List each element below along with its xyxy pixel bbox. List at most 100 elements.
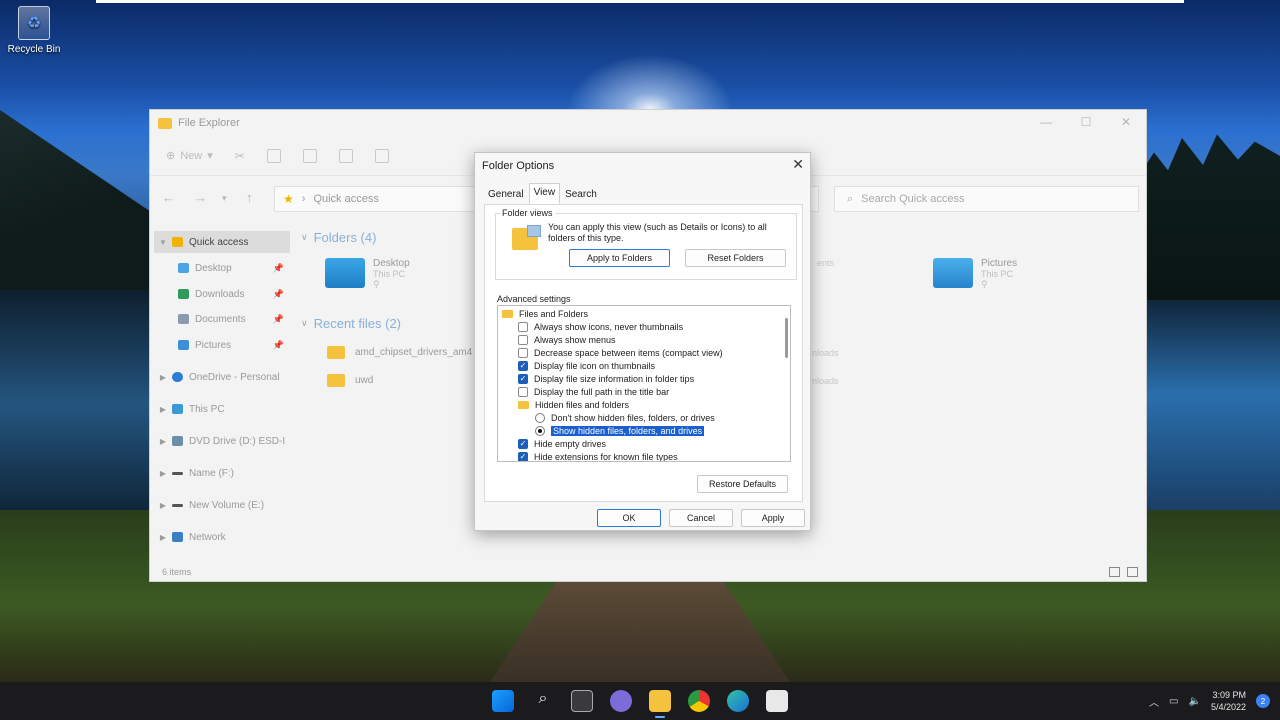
setting-label: Display file size information in folder … — [534, 373, 695, 384]
close-icon[interactable]: ✕ — [792, 156, 804, 173]
recent-locations-icon[interactable]: ▾ — [222, 193, 227, 204]
tab-general[interactable]: General — [483, 185, 529, 206]
minimize-icon[interactable]: — — [1026, 110, 1066, 134]
search-icon[interactable]: ⌕ — [532, 690, 554, 712]
reset-folders-button[interactable]: Reset Folders — [685, 249, 786, 267]
network-icon[interactable]: ▭ — [1169, 696, 1178, 707]
folder-tile-desktop[interactable]: Desktop This PC ⚲ — [325, 258, 410, 290]
drive-icon — [172, 503, 183, 507]
setting-label: Always show menus — [534, 334, 616, 345]
sidebar-item-network[interactable]: ▶ Network — [154, 526, 290, 548]
setting-compact-view[interactable]: Decrease space between items (compact vi… — [518, 346, 790, 359]
new-button[interactable]: ⊕ New ▾ — [166, 149, 213, 163]
rename-icon[interactable] — [338, 148, 353, 163]
downloads-icon — [178, 289, 189, 299]
restore-defaults-button[interactable]: Restore Defaults — [697, 475, 788, 493]
star-icon — [172, 237, 183, 247]
sidebar-item-quick-access[interactable]: ▼ Quick access — [154, 231, 290, 253]
sidebar-label: DVD Drive (D:) ESD-I — [189, 435, 286, 447]
recent-file-row[interactable]: uwd — [327, 374, 373, 387]
close-icon[interactable]: ✕ — [1106, 110, 1146, 134]
ok-button[interactable]: OK — [597, 509, 661, 527]
back-icon[interactable]: ← — [162, 190, 175, 205]
folder-tile-pictures[interactable]: Pictures This PC ⚲ — [933, 258, 1017, 290]
setting-show-hidden[interactable]: Show hidden files, folders, and drives — [535, 424, 790, 437]
clock[interactable]: 3:09 PM 5/4/2022 — [1211, 689, 1246, 713]
folder-view-icon — [512, 225, 541, 250]
sidebar-label: OneDrive - Personal — [189, 371, 280, 383]
sidebar-item-new-volume[interactable]: ▶ New Volume (E:) — [154, 494, 290, 516]
tiles-view-icon[interactable] — [1127, 567, 1138, 577]
task-view-icon[interactable] — [571, 690, 593, 712]
setting-label: Hidden files and folders — [535, 399, 630, 410]
explorer-title: File Explorer — [178, 117, 240, 129]
checkbox-checked[interactable]: ✓ — [518, 373, 528, 384]
setting-full-path-title[interactable]: Display the full path in the title bar — [518, 385, 790, 398]
edge-icon[interactable] — [727, 690, 749, 712]
recent-group-header[interactable]: ∨ Recent files (2) — [301, 316, 401, 331]
share-icon[interactable] — [374, 148, 389, 163]
recent-file-row[interactable]: amd_chipset_drivers_am4 — [327, 346, 472, 359]
start-icon[interactable] — [492, 690, 514, 712]
notification-badge[interactable]: 2 — [1256, 694, 1270, 708]
radio-button-selected[interactable] — [535, 425, 545, 436]
sidebar-item-onedrive[interactable]: ▶ OneDrive - Personal — [154, 366, 290, 388]
sidebar-item-this-pc[interactable]: ▶ This PC — [154, 398, 290, 420]
setting-hide-empty-drives[interactable]: ✓ Hide empty drives — [518, 437, 790, 450]
recent-header-text: Recent files (2) — [313, 316, 402, 331]
checkbox-checked[interactable]: ✓ — [518, 360, 528, 371]
tab-search[interactable]: Search — [560, 185, 602, 206]
tab-view[interactable]: View — [528, 183, 561, 204]
setting-always-show-menus[interactable]: Always show menus — [518, 333, 790, 346]
advanced-settings-list[interactable]: Files and Folders Always show icons, nev… — [497, 305, 791, 462]
sidebar-label: Network — [189, 531, 226, 543]
file-explorer-icon[interactable] — [649, 690, 671, 718]
maximize-icon[interactable]: ☐ — [1066, 110, 1106, 134]
folder-views-description: You can apply this view (such as Details… — [548, 222, 767, 243]
folders-group-header[interactable]: ∨ Folders (4) — [301, 230, 376, 245]
sidebar-item-downloads[interactable]: Downloads 📌 — [154, 283, 290, 305]
checkbox-checked[interactable]: ✓ — [518, 438, 528, 449]
apply-to-folders-button[interactable]: Apply to Folders — [569, 249, 670, 267]
chevron-right-icon: ▶ — [159, 436, 167, 446]
sidebar-item-name-f[interactable]: ▶ Name (F:) — [154, 462, 290, 484]
chevron-up-icon[interactable]: ︿ — [1149, 694, 1159, 709]
scrollbar-thumb[interactable] — [785, 318, 788, 358]
chrome-icon[interactable] — [688, 690, 710, 712]
checkbox-checked[interactable]: ✓ — [518, 451, 528, 461]
cut-icon[interactable]: ✂ — [235, 149, 245, 163]
sidebar-item-desktop[interactable]: Desktop 📌 — [154, 257, 290, 279]
setting-always-show-icons[interactable]: Always show icons, never thumbnails — [518, 320, 790, 333]
apply-button[interactable]: Apply — [741, 509, 805, 527]
store-icon[interactable] — [766, 690, 788, 712]
forward-icon[interactable]: → — [194, 190, 207, 205]
sidebar-item-dvd-drive[interactable]: ▶ DVD Drive (D:) ESD-I — [154, 430, 290, 452]
folder-icon — [158, 117, 172, 129]
details-view-icon[interactable] — [1109, 567, 1120, 577]
search-input[interactable]: ⌕ Search Quick access — [834, 186, 1139, 212]
recent-location-text: nloads — [812, 348, 839, 358]
sidebar-label: Pictures — [195, 339, 232, 351]
chevron-right-icon: ▶ — [159, 372, 167, 382]
search-placeholder: Search Quick access — [861, 193, 965, 205]
copy-icon[interactable] — [266, 148, 281, 163]
checkbox[interactable] — [518, 386, 528, 397]
cancel-button[interactable]: Cancel — [669, 509, 733, 527]
up-icon[interactable]: ↑ — [246, 190, 253, 205]
checkbox[interactable] — [518, 334, 528, 345]
checkbox[interactable] — [518, 347, 528, 358]
radio-button[interactable] — [535, 412, 545, 423]
checkbox[interactable] — [518, 321, 528, 332]
explorer-title-bar[interactable]: File Explorer — [150, 110, 1146, 136]
recycle-bin[interactable]: Recycle Bin — [2, 6, 66, 55]
chat-icon[interactable] — [610, 690, 632, 712]
setting-file-size-tips[interactable]: ✓ Display file size information in folde… — [518, 372, 790, 385]
setting-dont-show-hidden[interactable]: Don't show hidden files, folders, or dri… — [535, 411, 790, 424]
paste-icon[interactable] — [302, 148, 317, 163]
chevron-down-icon: ▾ — [207, 150, 213, 162]
volume-icon[interactable]: 🔈 — [1189, 696, 1201, 707]
setting-file-icon-thumbnails[interactable]: ✓ Display file icon on thumbnails — [518, 359, 790, 372]
sidebar-item-pictures[interactable]: Pictures 📌 — [154, 334, 290, 356]
sidebar-item-documents[interactable]: Documents 📌 — [154, 308, 290, 330]
setting-hide-extensions[interactable]: ✓ Hide extensions for known file types — [518, 450, 790, 461]
